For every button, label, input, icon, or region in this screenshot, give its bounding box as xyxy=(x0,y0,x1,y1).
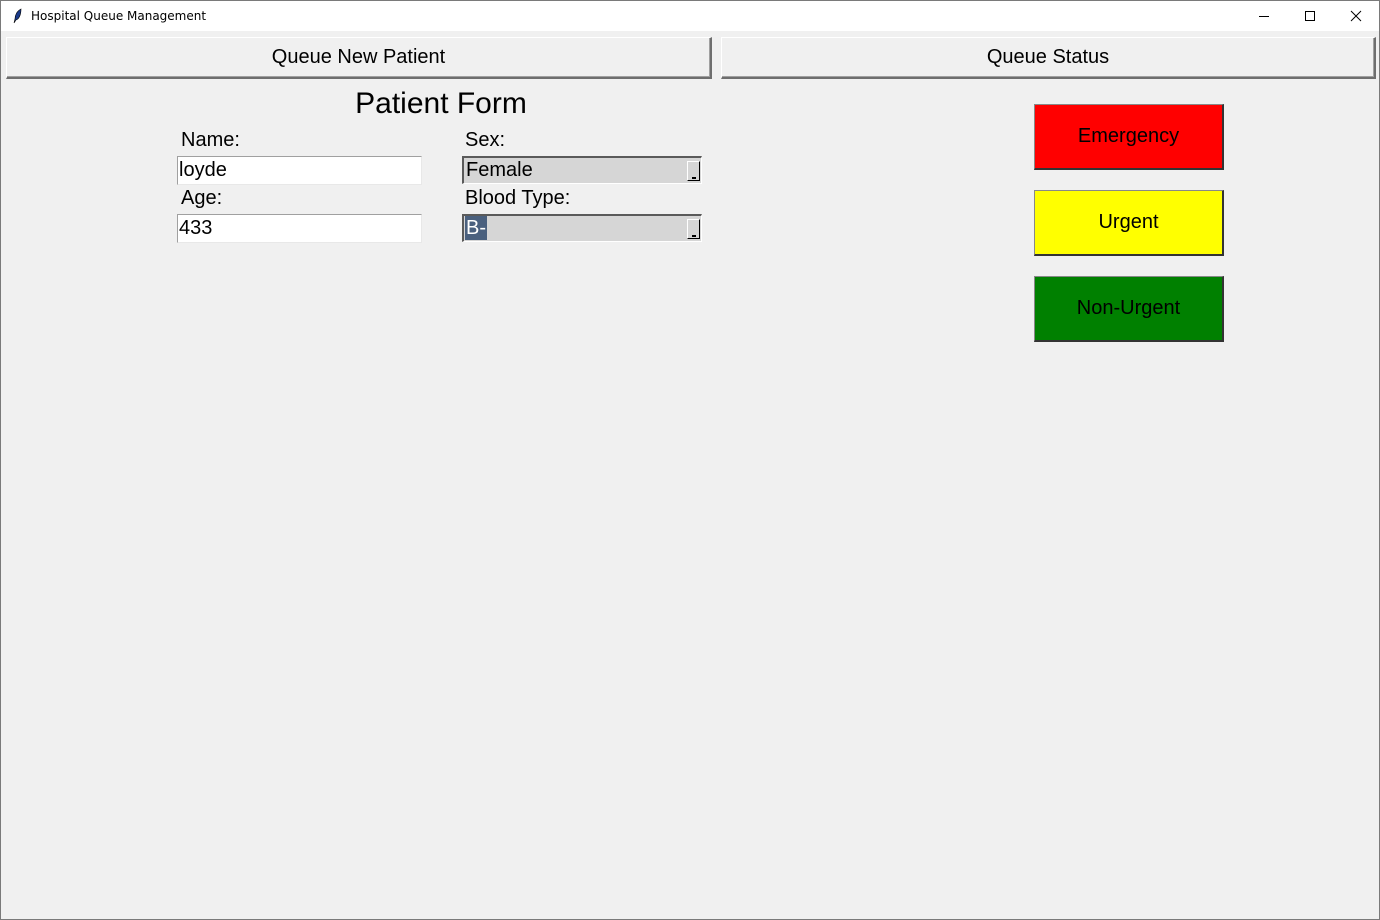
minimize-button[interactable] xyxy=(1241,1,1287,31)
sex-select-value: Female xyxy=(466,159,533,181)
close-button[interactable] xyxy=(1333,1,1379,31)
blood-type-select[interactable]: B- xyxy=(462,214,702,242)
queue-new-patient-button[interactable]: Queue New Patient xyxy=(6,37,712,79)
age-label: Age: xyxy=(181,187,223,209)
urgent-button[interactable]: Urgent xyxy=(1034,190,1224,256)
window-title: Hospital Queue Management xyxy=(31,9,207,23)
chevron-down-icon[interactable] xyxy=(687,161,700,181)
blood-type-label: Blood Type: xyxy=(465,187,571,209)
maximize-button[interactable] xyxy=(1287,1,1333,31)
feather-icon xyxy=(11,8,25,24)
age-field[interactable]: 433 xyxy=(177,214,422,243)
sex-label: Sex: xyxy=(465,129,506,151)
close-icon xyxy=(1350,10,1362,22)
app-window: Hospital Queue Management Queue New Pati… xyxy=(0,0,1380,920)
name-field[interactable]: loyde xyxy=(177,156,422,185)
chevron-down-icon[interactable] xyxy=(687,219,700,239)
blood-type-select-value: B- xyxy=(465,216,487,240)
maximize-icon xyxy=(1305,11,1315,21)
emergency-button[interactable]: Emergency xyxy=(1034,104,1224,170)
queue-status-button[interactable]: Queue Status xyxy=(721,37,1376,79)
non-urgent-button[interactable]: Non-Urgent xyxy=(1034,276,1224,342)
title-bar[interactable]: Hospital Queue Management xyxy=(1,1,1379,31)
minimize-icon xyxy=(1259,16,1269,17)
form-title: Patient Form xyxy=(355,87,527,120)
name-label: Name: xyxy=(181,129,240,151)
window-controls xyxy=(1241,1,1379,31)
sex-select[interactable]: Female xyxy=(462,156,702,184)
